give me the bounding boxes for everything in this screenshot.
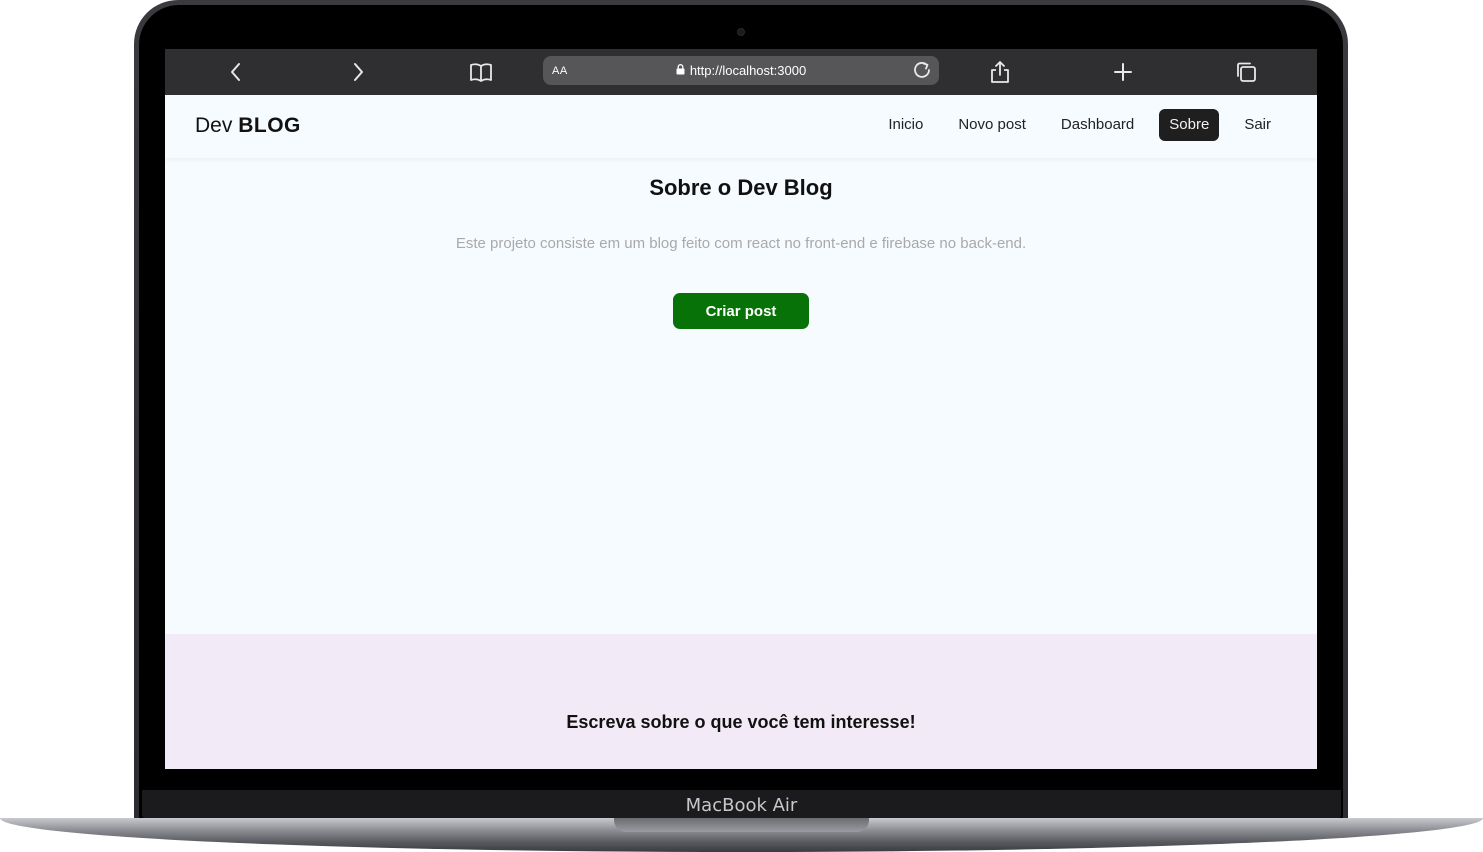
address-bar[interactable]: AA http://localhost:3000	[543, 56, 939, 85]
reload-icon[interactable]	[911, 59, 933, 86]
forward-icon[interactable]	[343, 58, 373, 86]
nav-link-sobre[interactable]: Sobre	[1159, 109, 1220, 141]
site-footer: Escreva sobre o que você tem interesse!	[165, 634, 1317, 769]
back-icon[interactable]	[221, 58, 251, 86]
site-navbar: Dev BLOG Inicio Novo post Dashboard Sobr…	[165, 95, 1317, 158]
model-label: MacBook Air	[685, 795, 798, 816]
bookmarks-icon[interactable]	[466, 58, 496, 86]
brand-bold: BLOG	[238, 114, 301, 137]
tabs-icon[interactable]	[1231, 58, 1261, 86]
nav-link-sair[interactable]: Sair	[1234, 109, 1281, 141]
footer-text: Escreva sobre o que você tem interesse!	[566, 712, 916, 732]
camera	[737, 28, 745, 36]
nav-links: Inicio Novo post Dashboard Sobre Sair	[863, 109, 1281, 141]
url-text: http://localhost:3000	[689, 63, 807, 78]
share-icon[interactable]	[985, 58, 1015, 86]
laptop-chin: MacBook Air	[142, 790, 1341, 820]
brand-light: Dev	[195, 114, 233, 137]
about-description: Este projeto consiste em um blog feito c…	[455, 235, 1027, 252]
lock-icon	[676, 63, 685, 78]
new-tab-icon[interactable]	[1108, 58, 1138, 86]
screen: AA http://localhost:3000 Dev BLOG Inicio…	[165, 49, 1317, 769]
browser-toolbar: AA http://localhost:3000	[165, 49, 1317, 95]
create-post-button[interactable]: Criar post	[673, 293, 809, 329]
nav-link-inicio[interactable]: Inicio	[878, 109, 933, 141]
page-title: Sobre o Dev Blog	[649, 175, 833, 200]
site-logo[interactable]: Dev BLOG	[195, 114, 301, 138]
laptop-notch	[614, 818, 869, 832]
nav-link-novo-post[interactable]: Novo post	[948, 109, 1036, 141]
nav-link-dashboard[interactable]: Dashboard	[1051, 109, 1144, 141]
